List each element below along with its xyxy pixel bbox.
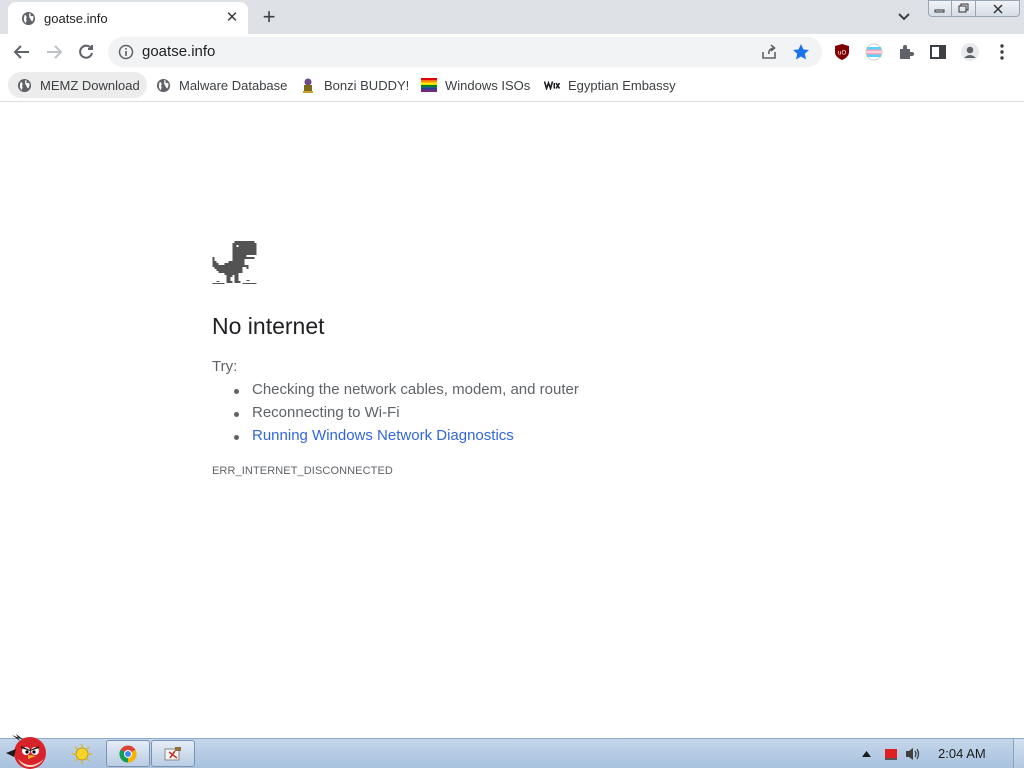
chrome-menu-icon[interactable] [992, 42, 1012, 62]
back-arrow-icon [13, 45, 29, 59]
show-desktop-button[interactable] [1013, 739, 1024, 768]
rainbow-flag-icon [421, 77, 437, 93]
tray-up-arrow-icon [861, 750, 871, 757]
bookmarks-bar: MEMZ Download Malware Database Bonzi BUD… [0, 70, 1024, 102]
bookmark-egyptian-embassy[interactable]: Egyptian Embassy [536, 72, 683, 98]
try-label: Try: [212, 358, 238, 375]
dinosaur-icon[interactable] [212, 241, 257, 285]
bookmark-label: Bonzi BUDDY! [324, 77, 410, 93]
wix-icon [544, 77, 560, 93]
bookmark-malware-database[interactable]: Malware Database [147, 72, 294, 98]
taskbar: 2:04 AM [0, 734, 1024, 769]
url-text[interactable]: goatse.info [142, 43, 215, 60]
profile-avatar-icon[interactable] [960, 42, 980, 62]
forward-arrow-icon [47, 45, 63, 59]
tab-title: goatse.info [44, 11, 108, 26]
action-center-flag-icon [885, 748, 897, 760]
close-tab-icon[interactable]: ✕ [223, 8, 241, 26]
side-panel-icon[interactable] [928, 42, 948, 62]
globe-icon [155, 77, 171, 93]
taskbar-clock[interactable]: 2:04 AM [938, 746, 986, 761]
share-icon[interactable] [760, 43, 778, 61]
network-diagnostics-link[interactable]: Running Windows Network Diagnostics [234, 427, 579, 450]
suggestion-item: Checking the network cables, modem, and … [234, 381, 579, 404]
action-center-flag-button[interactable] [882, 739, 900, 768]
chrome-icon [119, 745, 137, 762]
angry-bird-start-icon[interactable] [4, 731, 50, 769]
reload-button[interactable] [74, 40, 98, 64]
forward-button[interactable] [42, 40, 66, 64]
bookmark-label: Malware Database [179, 77, 288, 93]
close-window-icon [992, 3, 1003, 14]
page-content: No internet Try: Checking the network ca… [0, 103, 1024, 738]
reload-icon [79, 44, 93, 59]
tab-search-chevron-icon[interactable] [894, 8, 914, 26]
minimize-icon [934, 9, 945, 12]
suggestions-list: Checking the network cables, modem, and … [234, 381, 579, 450]
bookmark-memz-download[interactable]: MEMZ Download [8, 72, 147, 98]
bookmark-label: Egyptian Embassy [568, 77, 676, 93]
svg-text:uO: uO [838, 50, 847, 57]
address-bar[interactable]: goatse.info [108, 37, 822, 67]
globe-icon [16, 77, 32, 93]
close-window-button[interactable] [976, 0, 1020, 17]
app-window-icon [164, 746, 181, 760]
taskbar-app-button[interactable] [151, 740, 195, 767]
bookmark-label: MEMZ Download [40, 77, 140, 93]
bonzi-icon [300, 77, 316, 93]
speaker-icon [906, 747, 920, 760]
new-tab-button[interactable]: + [258, 6, 280, 28]
site-info-icon[interactable] [118, 44, 134, 60]
window-controls [928, 0, 1020, 17]
sun-folder-icon [72, 743, 92, 764]
volume-button[interactable] [904, 739, 924, 768]
error-heading: No internet [212, 313, 325, 339]
restore-button[interactable] [952, 0, 976, 17]
taskbar-chrome-button[interactable] [106, 740, 150, 767]
tab-active[interactable]: goatse.info ✕ [8, 2, 248, 34]
bookmark-star-icon[interactable] [791, 42, 811, 62]
error-code: ERR_INTERNET_DISCONNECTED [212, 465, 393, 477]
back-button[interactable] [10, 40, 34, 64]
browser-window: goatse.info ✕ + goatse.info uO MEMZ Down… [0, 0, 1024, 738]
toolbar: goatse.info uO [0, 34, 1024, 70]
minimize-button[interactable] [928, 0, 952, 17]
bookmark-windows-isos[interactable]: Windows ISOs [413, 72, 537, 98]
taskbar-explorer-button[interactable] [60, 740, 104, 767]
trans-flag-extension-icon[interactable] [864, 42, 884, 62]
bookmark-bonzi-buddy[interactable]: Bonzi BUDDY! [292, 72, 416, 98]
globe-icon [21, 11, 36, 26]
bookmark-label: Windows ISOs [445, 77, 531, 93]
extensions-puzzle-icon[interactable] [896, 42, 916, 62]
tab-strip: goatse.info ✕ + [0, 0, 1024, 34]
ublock-extension-icon[interactable]: uO [832, 42, 852, 62]
show-hidden-icons-button[interactable] [860, 739, 872, 768]
restore-icon [958, 3, 968, 13]
suggestion-item: Reconnecting to Wi-Fi [234, 404, 579, 427]
